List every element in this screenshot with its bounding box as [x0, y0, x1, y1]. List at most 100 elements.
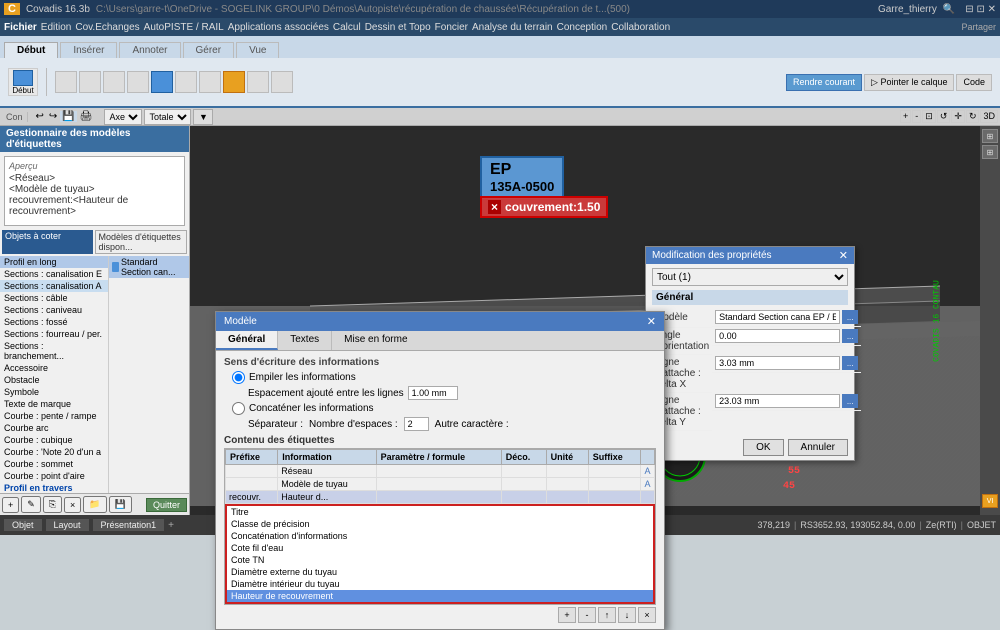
list-item-acc[interactable]: Accessoire: [0, 362, 108, 374]
prop-btn-deltax[interactable]: ...: [842, 356, 858, 370]
strip-btn-1[interactable]: ⊞: [982, 129, 998, 143]
btn-copy-model[interactable]: ⎘: [43, 496, 62, 513]
prop-btn-model[interactable]: ...: [842, 310, 858, 324]
list-item-sommet[interactable]: Courbe : sommet: [0, 458, 108, 470]
menu-foncier[interactable]: Foncier: [435, 22, 468, 33]
list-item-canal1[interactable]: Sections : canalisation E: [0, 268, 108, 280]
btn-pointer-calque[interactable]: ▷ Pointer le calque: [864, 74, 954, 91]
radio-pile-input[interactable]: [232, 371, 245, 384]
list-item-symbole[interactable]: Symbole: [0, 386, 108, 398]
icon-save[interactable]: 💾: [60, 111, 76, 122]
btn-del-model[interactable]: ×: [64, 497, 81, 513]
list-item-fosse[interactable]: Sections : fossé: [0, 316, 108, 328]
menu-cov[interactable]: Cov.Echanges: [75, 22, 139, 33]
tab-layout[interactable]: Layout: [46, 519, 89, 531]
list-item-profil-travers[interactable]: Profil en travers: [0, 482, 108, 493]
menu-fichier[interactable]: Fichier: [4, 22, 37, 33]
btn-add-model[interactable]: +: [2, 497, 19, 513]
axis-select[interactable]: Axe: [104, 109, 142, 125]
btn-debut[interactable]: Début: [8, 68, 38, 96]
menu-autopiste[interactable]: AutoPISTE / RAIL: [144, 22, 224, 33]
btn-add-tab[interactable]: +: [168, 520, 174, 531]
table-row-0[interactable]: Réseau A: [226, 465, 655, 478]
prop-input-deltax[interactable]: [715, 356, 840, 370]
icon-3d[interactable]: 3D: [980, 110, 998, 123]
tab-debut[interactable]: Début: [4, 42, 58, 58]
prop-input-deltay[interactable]: [715, 394, 840, 408]
prop-input-angle[interactable]: [715, 329, 840, 343]
icon-redo[interactable]: ↪: [47, 111, 59, 122]
props-count-select[interactable]: Tout (1): [652, 268, 848, 286]
dd-item-diam-ext[interactable]: Diamètre externe du tuyau: [227, 566, 653, 578]
list-item-fourreau[interactable]: Sections : fourreau / per.: [0, 328, 108, 340]
icon-zoom-in[interactable]: +: [900, 110, 911, 123]
list-item-cable[interactable]: Sections : câble: [0, 292, 108, 304]
btn-edit-model[interactable]: ✎: [21, 496, 41, 513]
table-row-2[interactable]: recouvr. Hauteur d...: [226, 491, 655, 504]
toolbar-btn-4[interactable]: [127, 71, 149, 93]
models-section-label[interactable]: Modèles d'étiquettes dispon...: [95, 230, 188, 254]
btn-clear-row[interactable]: ×: [638, 607, 656, 623]
menu-calcul[interactable]: Calcul: [333, 22, 361, 33]
tab-presentation[interactable]: Présentation1: [93, 519, 165, 531]
btn-ok[interactable]: OK: [743, 439, 783, 456]
strip-btn-vi[interactable]: VI: [982, 494, 998, 508]
icon-rotate[interactable]: ↻: [966, 110, 980, 123]
toolbar-btn-5[interactable]: [151, 71, 173, 93]
list-item-canal2[interactable]: Sections : canalisation A: [0, 280, 108, 292]
tab-general[interactable]: Général: [216, 331, 278, 350]
list-item-pt-aire[interactable]: Courbe : point d'aire: [0, 470, 108, 482]
icon-zoom-fit[interactable]: ⊡: [922, 110, 936, 123]
menu-dessin[interactable]: Dessin et Topo: [365, 22, 431, 33]
btn-quitter[interactable]: Quitter: [146, 498, 187, 512]
icon-zoom-out[interactable]: -: [912, 110, 921, 123]
prop-btn-angle[interactable]: ...: [842, 329, 858, 343]
btn-ortho[interactable]: Con: [2, 112, 28, 122]
row1-scroll[interactable]: A: [641, 478, 655, 491]
btn-code[interactable]: Code: [956, 74, 992, 91]
dd-item-classe[interactable]: Classe de précision: [227, 518, 653, 530]
prop-btn-deltay[interactable]: ...: [842, 394, 858, 408]
objects-section-label[interactable]: Objets à coter: [2, 230, 93, 254]
dd-item-hauteur[interactable]: Hauteur de recouvrement: [227, 590, 653, 602]
tab-textes[interactable]: Textes: [278, 331, 332, 350]
spacing-input[interactable]: [408, 386, 458, 400]
model-editor-close[interactable]: ✕: [647, 315, 656, 328]
menu-analyse[interactable]: Analyse du terrain: [472, 22, 553, 33]
dd-item-diam-int[interactable]: Diamètre intérieur du tuyau: [227, 578, 653, 590]
btn-save-model[interactable]: 💾: [109, 496, 132, 513]
totale-select[interactable]: Totale: [144, 109, 191, 125]
model-item-standard[interactable]: Standard Section can...: [109, 256, 189, 278]
btn-del-row[interactable]: -: [578, 607, 596, 623]
tab-gerer[interactable]: Gérer: [183, 42, 235, 58]
list-item-branche[interactable]: Sections : branchement...: [0, 340, 108, 362]
toolbar-btn-2[interactable]: [79, 71, 101, 93]
toolbar-btn-1[interactable]: [55, 71, 77, 93]
row0-scroll[interactable]: A: [641, 465, 655, 478]
menu-collaboration[interactable]: Collaboration: [611, 22, 670, 33]
tab-annoter[interactable]: Annoter: [119, 42, 180, 58]
close-cover-btn[interactable]: ×: [488, 200, 501, 214]
list-item-note20[interactable]: Courbe : 'Note 20 d'un a: [0, 446, 108, 458]
strip-btn-2[interactable]: ⊞: [982, 145, 998, 159]
list-item-arc[interactable]: Courbe arc: [0, 422, 108, 434]
list-item-obstacle[interactable]: Obstacle: [0, 374, 108, 386]
tab-mise-en-forme[interactable]: Mise en forme: [332, 331, 419, 350]
btn-move-down[interactable]: ↓: [618, 607, 636, 623]
btn-add-row[interactable]: +: [558, 607, 576, 623]
btn-cancel[interactable]: Annuler: [788, 439, 848, 456]
toolbar-btn-6[interactable]: [175, 71, 197, 93]
list-item-cubique[interactable]: Courbe : cubique: [0, 434, 108, 446]
icon-zoom-prev[interactable]: ↺: [937, 110, 951, 123]
tab-inserer[interactable]: Insérer: [60, 42, 117, 58]
dd-item-concat[interactable]: Concaténation d'informations: [227, 530, 653, 542]
tab-vue[interactable]: Vue: [236, 42, 279, 58]
toolbar-btn-highlight[interactable]: [223, 71, 245, 93]
props-dialog-close[interactable]: ✕: [839, 249, 848, 262]
icon-print[interactable]: 🖨: [78, 111, 95, 122]
menu-conception[interactable]: Conception: [557, 22, 608, 33]
icon-move[interactable]: ✛: [951, 110, 965, 123]
list-item-caniveau[interactable]: Sections : caniveau: [0, 304, 108, 316]
nb-spaces-input[interactable]: [404, 417, 429, 431]
dd-item-date[interactable]: Date de mise en service/action: [227, 602, 653, 604]
